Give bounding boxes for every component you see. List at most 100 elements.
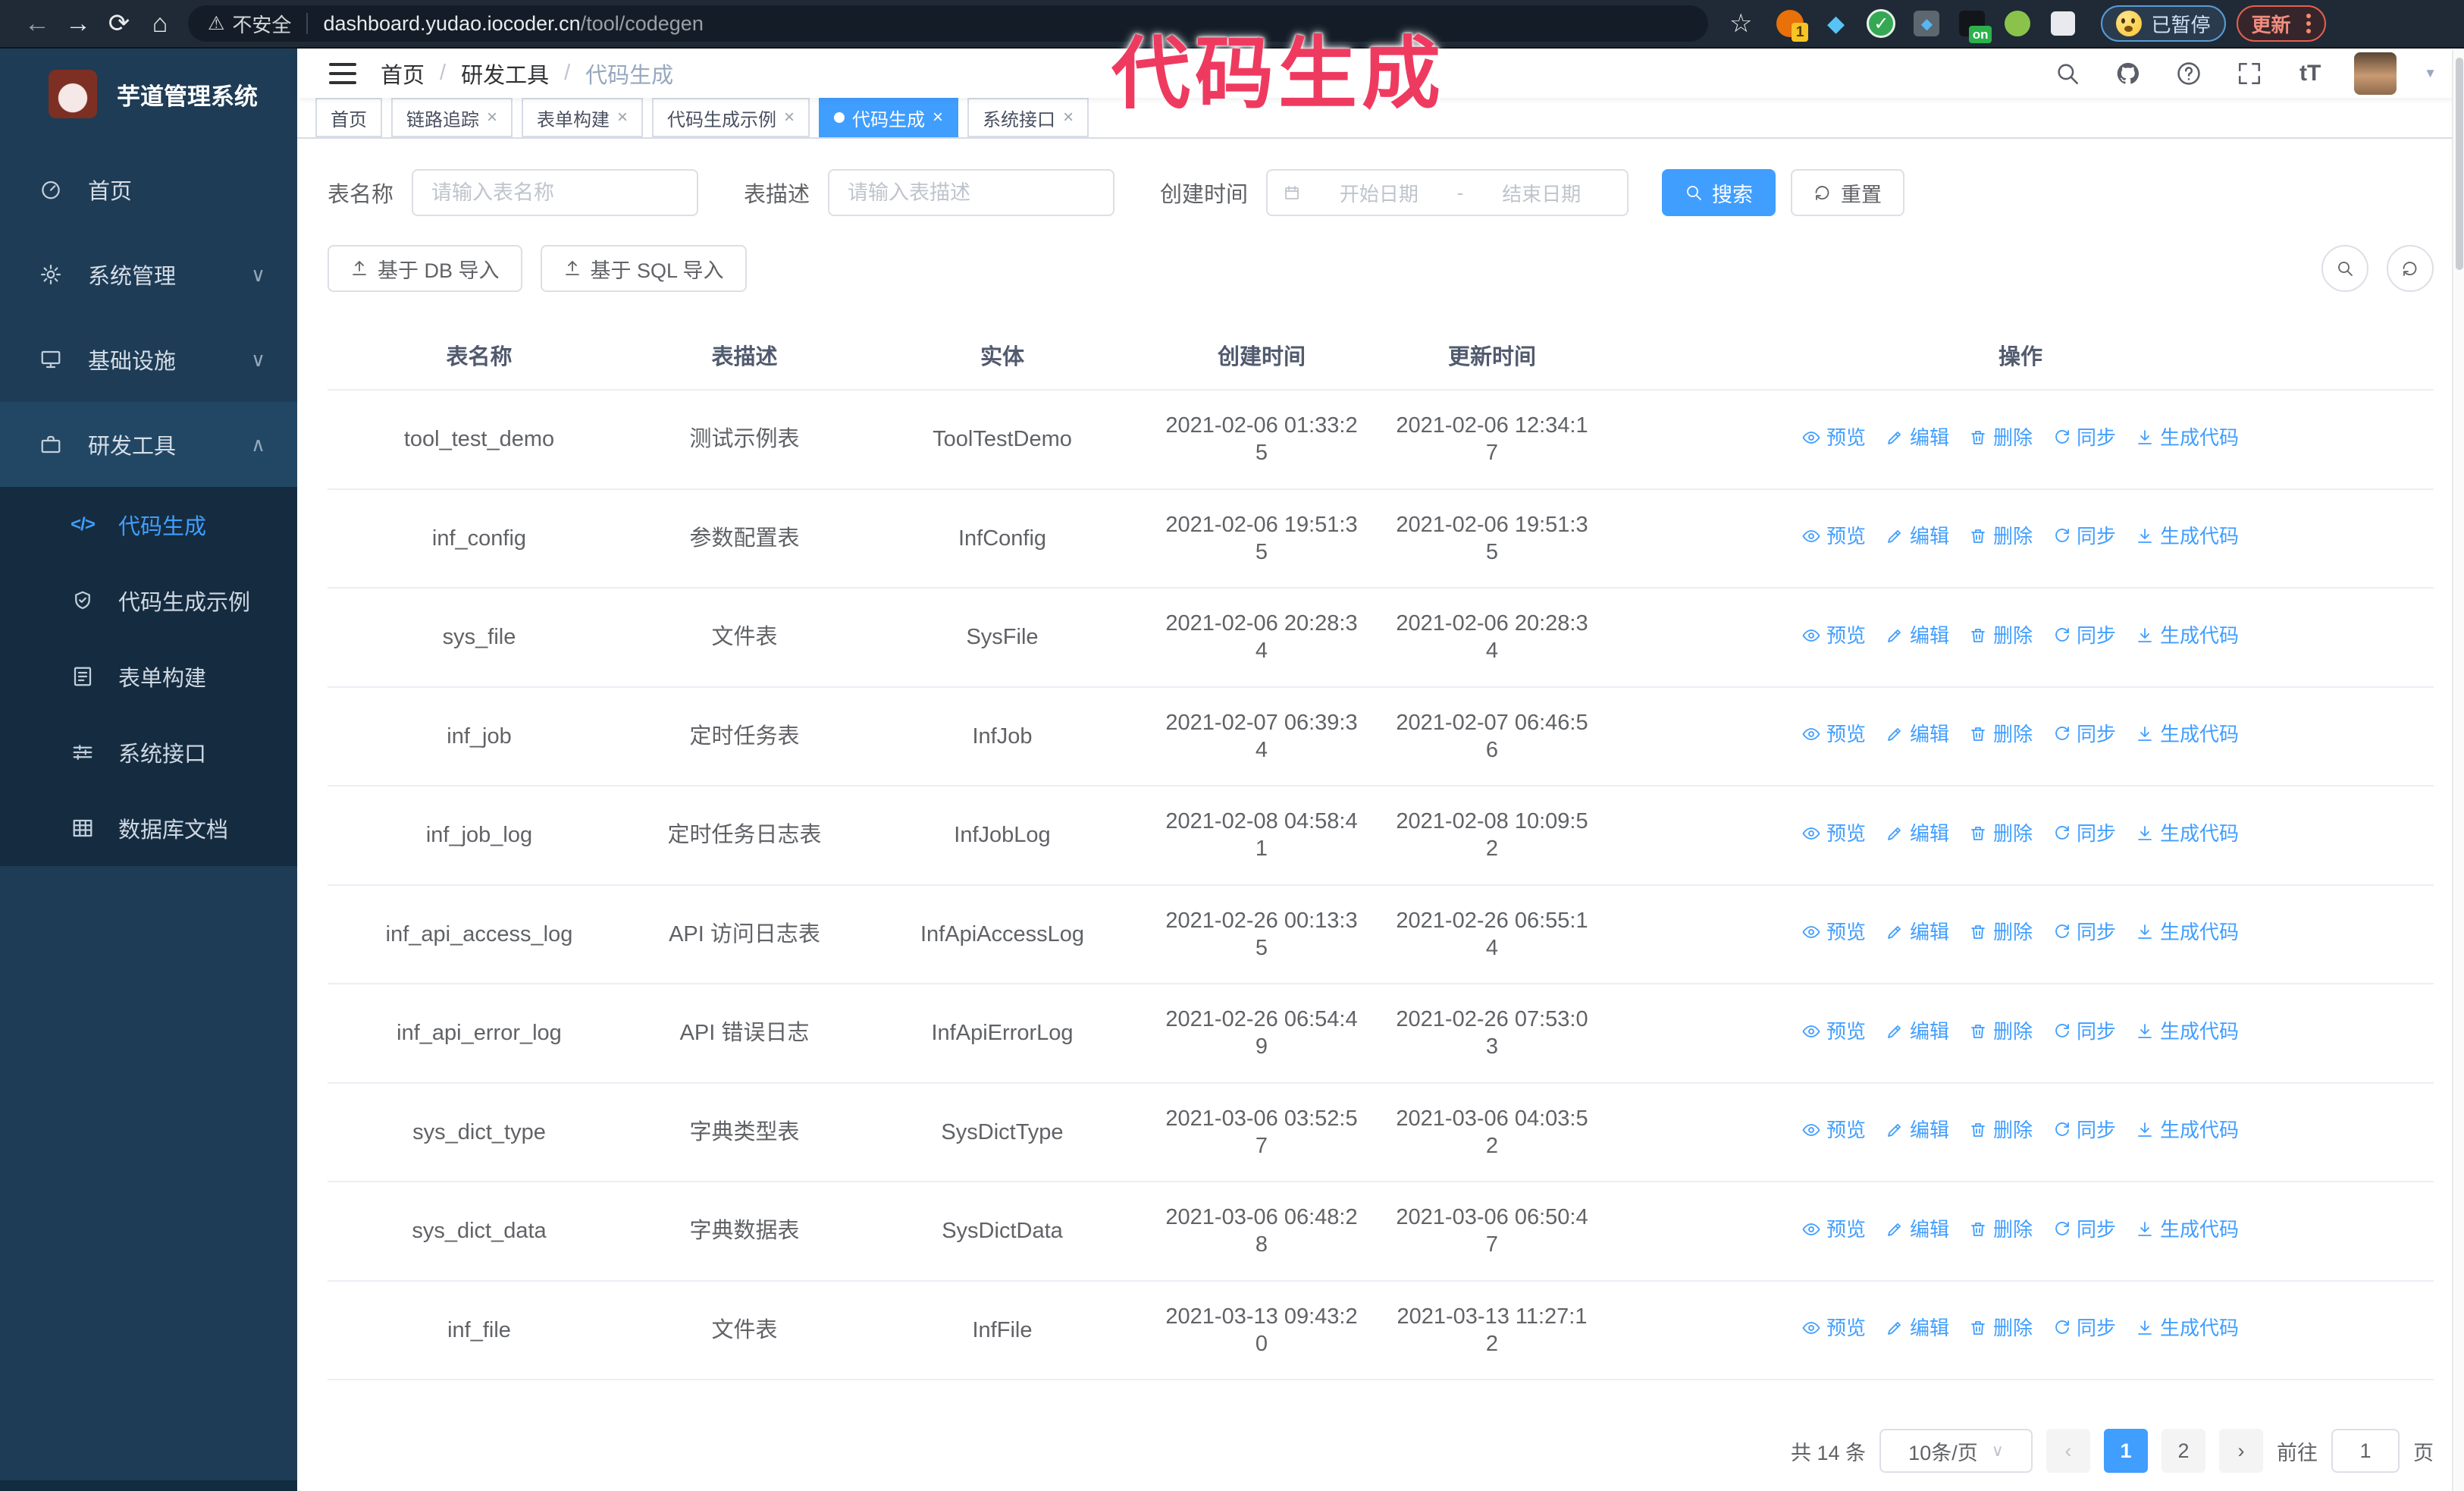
sync-link[interactable]: 同步 [2052,1118,2116,1143]
edit-link[interactable]: 编辑 [1886,623,1949,648]
header-search-icon[interactable] [2051,57,2084,90]
scrollbar-thumb[interactable] [2456,58,2463,270]
delete-link[interactable]: 删除 [1969,623,2033,648]
reset-button[interactable]: 重置 [1791,169,1905,216]
extension-icon[interactable]: 1 [1773,7,1809,42]
preview-link[interactable]: 预览 [1802,722,1866,747]
tab-codegen[interactable]: 代码生成 × [819,98,959,137]
sync-link[interactable]: 同步 [2052,1217,2116,1242]
user-menu-caret-icon[interactable]: ▼ [2424,66,2437,81]
sync-link[interactable]: 同步 [2052,425,2116,450]
sync-link[interactable]: 同步 [2052,1019,2116,1044]
toggle-search-button[interactable] [2321,245,2368,292]
github-icon[interactable] [2111,57,2145,90]
sidebar-item-home[interactable]: 首页 [0,147,297,232]
generate-code-link[interactable]: 生成代码 [2136,1217,2239,1242]
delete-link[interactable]: 删除 [1969,821,2033,846]
extension-switch-icon[interactable]: on [1955,7,1992,43]
edit-link[interactable]: 编辑 [1886,1019,1949,1044]
breadcrumb-devtools[interactable]: 研发工具 [461,58,549,89]
sidebar-item-db-docs[interactable]: 数据库文档 [0,790,297,866]
preview-link[interactable]: 预览 [1802,524,1866,549]
close-icon[interactable]: × [617,108,628,127]
browser-update-button[interactable]: 更新 [2236,5,2326,42]
search-button[interactable]: 搜索 [1662,169,1776,216]
sync-link[interactable]: 同步 [2052,1316,2116,1341]
sidebar-item-infra[interactable]: 基础设施 ∨ [0,317,297,402]
sync-link[interactable]: 同步 [2052,623,2116,648]
page-button-1[interactable]: 1 [2104,1429,2148,1473]
browser-back-icon[interactable]: ← [17,3,58,44]
generate-code-link[interactable]: 生成代码 [2136,722,2239,747]
browser-home-icon[interactable]: ⌂ [140,3,180,44]
logo-row[interactable]: 芋道管理系统 [0,49,297,137]
edit-link[interactable]: 编辑 [1886,425,1949,450]
table-desc-input[interactable] [828,169,1115,216]
generate-code-link[interactable]: 生成代码 [2136,920,2239,945]
tab-tracing[interactable]: 链路追踪 × [391,98,513,137]
prev-page-button[interactable]: ‹ [2046,1429,2090,1473]
sidebar-item-codegen-example[interactable]: 代码生成示例 [0,563,297,639]
preview-link[interactable]: 预览 [1802,1019,1866,1044]
preview-link[interactable]: 预览 [1802,623,1866,648]
page-size-select[interactable]: 10条/页 ∨ [1879,1429,2033,1473]
import-db-button[interactable]: 基于 DB 导入 [328,245,522,292]
extensions-puzzle-icon[interactable] [2046,7,2080,40]
edit-link[interactable]: 编辑 [1886,920,1949,945]
hamburger-icon[interactable] [324,57,361,90]
bookmark-star-icon[interactable]: ☆ [1729,8,1752,39]
generate-code-link[interactable]: 生成代码 [2136,1316,2239,1341]
sidebar-item-system-api[interactable]: 系统接口 [0,714,297,790]
delete-link[interactable]: 删除 [1969,425,2033,450]
delete-link[interactable]: 删除 [1969,1217,2033,1242]
sidebar-item-devtools[interactable]: 研发工具 ∧ [0,402,297,487]
goto-page-input[interactable] [2331,1429,2400,1473]
extension-check-icon[interactable]: ✓ [1864,7,1898,40]
tab-form-builder[interactable]: 表单构建 × [522,98,644,137]
edit-link[interactable]: 编辑 [1886,821,1949,846]
edit-link[interactable]: 编辑 [1886,1217,1949,1242]
edit-link[interactable]: 编辑 [1886,1316,1949,1341]
edit-link[interactable]: 编辑 [1886,722,1949,747]
close-icon[interactable]: × [487,108,497,127]
edit-link[interactable]: 编辑 [1886,1118,1949,1143]
edit-link[interactable]: 编辑 [1886,524,1949,549]
delete-link[interactable]: 删除 [1969,722,2033,747]
delete-link[interactable]: 删除 [1969,920,2033,945]
date-range-picker[interactable]: 开始日期 - 结束日期 [1266,169,1629,216]
generate-code-link[interactable]: 生成代码 [2136,1118,2239,1143]
tab-home[interactable]: 首页 [315,98,382,137]
next-page-button[interactable]: › [2219,1429,2263,1473]
profile-paused-button[interactable]: 已暂停 [2101,5,2226,42]
preview-link[interactable]: 预览 [1802,425,1866,450]
page-button-2[interactable]: 2 [2161,1429,2205,1473]
sync-link[interactable]: 同步 [2052,524,2116,549]
generate-code-link[interactable]: 生成代码 [2136,425,2239,450]
extension-gem-icon[interactable]: ◆ [1819,7,1852,40]
generate-code-link[interactable]: 生成代码 [2136,821,2239,846]
preview-link[interactable]: 预览 [1802,1217,1866,1242]
refresh-table-button[interactable] [2387,245,2434,292]
delete-link[interactable]: 删除 [1969,1118,2033,1143]
preview-link[interactable]: 预览 [1802,920,1866,945]
preview-link[interactable]: 预览 [1802,1118,1866,1143]
generate-code-link[interactable]: 生成代码 [2136,1019,2239,1044]
address-bar[interactable]: ⚠ 不安全 dashboard.yudao.iocoder.cn /tool/c… [188,5,1708,42]
generate-code-link[interactable]: 生成代码 [2136,524,2239,549]
sidebar-item-system[interactable]: 系统管理 ∨ [0,232,297,317]
tab-codegen-example[interactable]: 代码生成示例 × [652,98,810,137]
preview-link[interactable]: 预览 [1802,821,1866,846]
browser-reload-icon[interactable]: ⟳ [99,3,140,44]
preview-link[interactable]: 预览 [1802,1316,1866,1341]
font-size-icon[interactable]: tT [2293,57,2327,90]
close-icon[interactable]: × [1063,108,1074,127]
sync-link[interactable]: 同步 [2052,920,2116,945]
browser-forward-icon[interactable]: → [58,3,99,44]
sync-link[interactable]: 同步 [2052,722,2116,747]
close-icon[interactable]: × [933,108,943,127]
delete-link[interactable]: 删除 [1969,524,2033,549]
generate-code-link[interactable]: 生成代码 [2136,623,2239,648]
tab-system-api[interactable]: 系统接口 × [967,98,1089,137]
breadcrumb-home[interactable]: 首页 [381,58,425,89]
not-secure-label[interactable]: 不安全 [232,10,291,38]
